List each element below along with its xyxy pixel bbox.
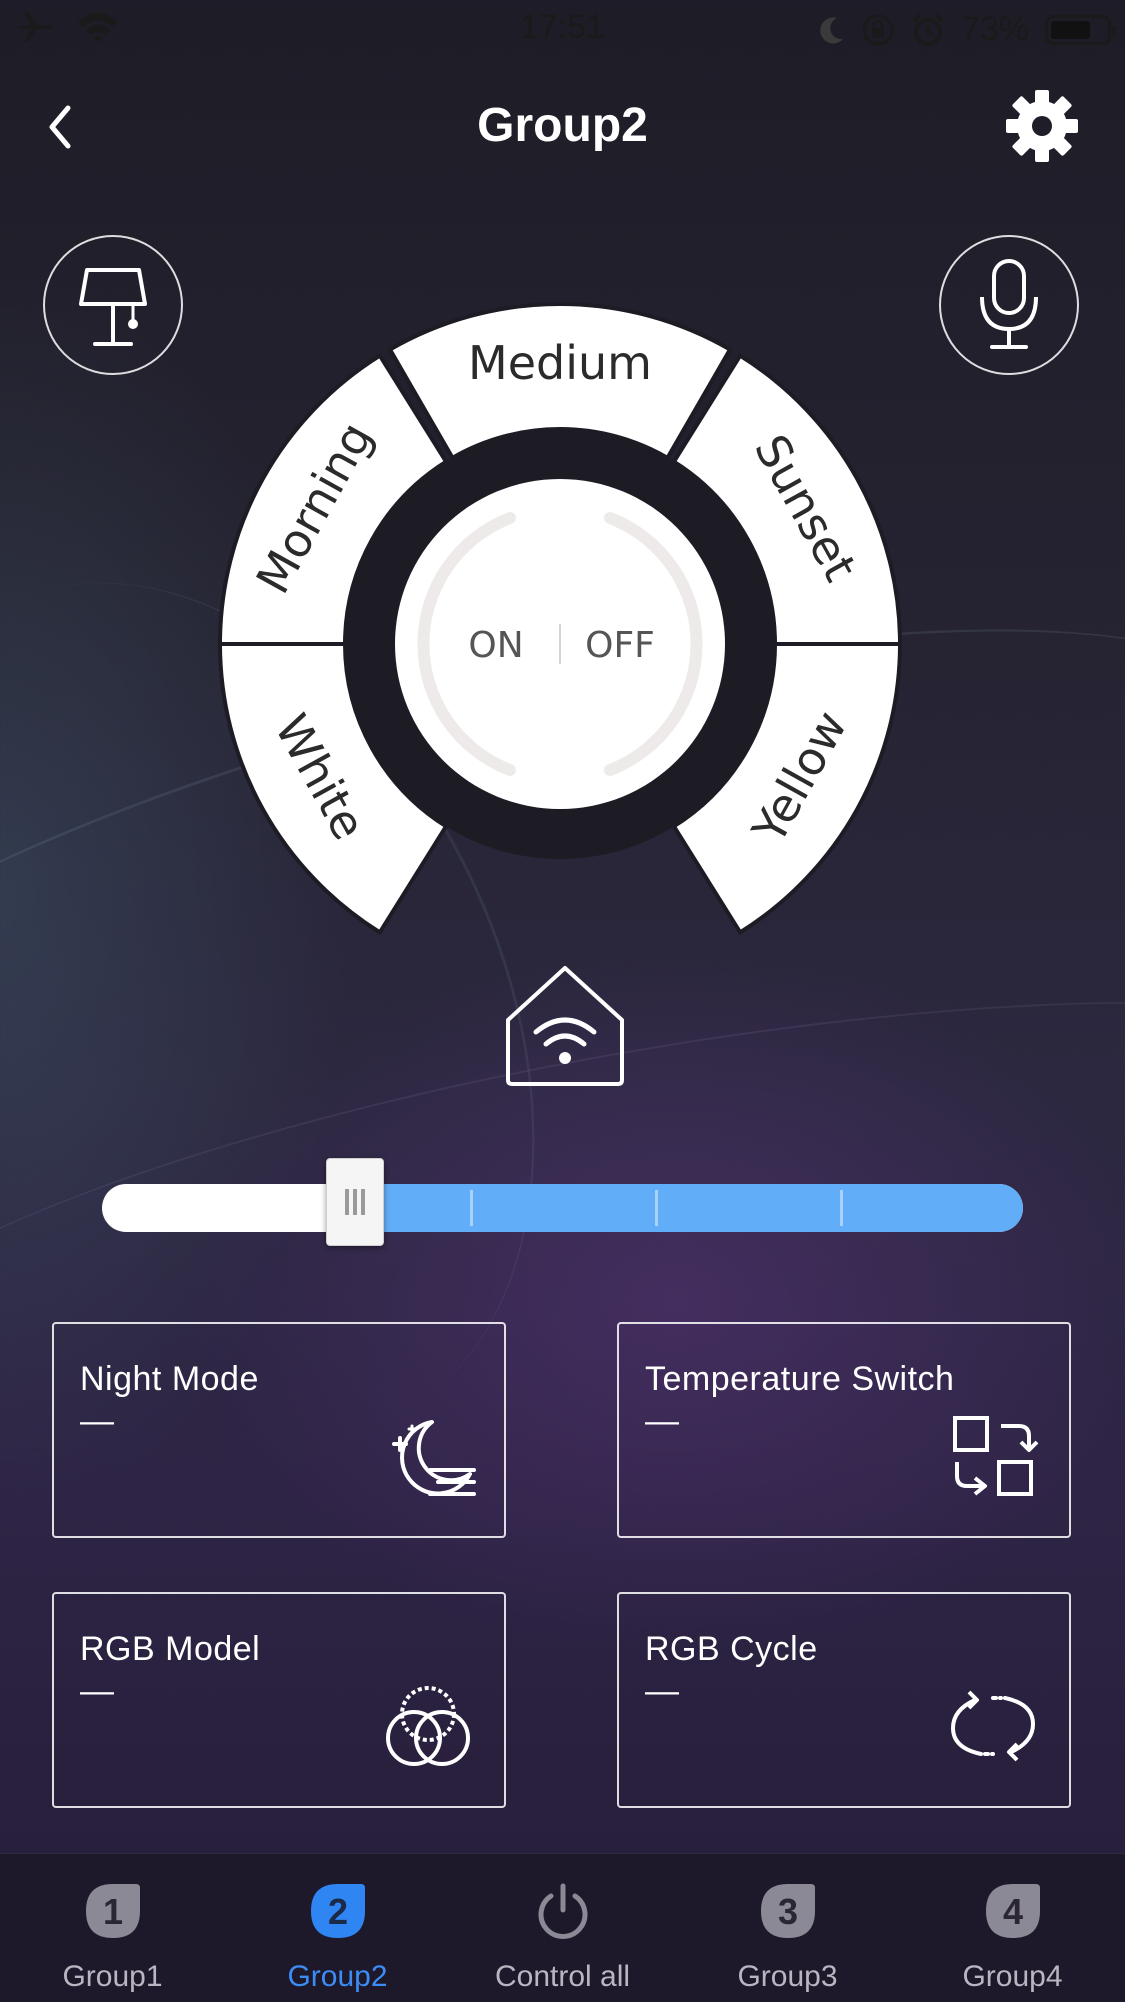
do-not-disturb-icon [820,16,843,43]
status-right: 73% [819,10,1116,49]
slider-grip [345,1189,349,1215]
tab-group3[interactable]: 3 Group3 [675,1882,900,2002]
temperature-switch-value: — [645,1402,679,1440]
slider-tick [655,1190,658,1226]
battery-icon [1045,14,1116,45]
group3-badge: 3 [778,1891,798,1932]
group1-badge: 1 [103,1891,123,1932]
status-bar: 17:51 73% [0,0,1125,60]
group3-icon: 3 [761,1884,815,1938]
tab-group1[interactable]: 1 Group1 [0,1882,225,2002]
home-wifi-icon[interactable] [500,960,630,1090]
page-title: Group2 [477,99,648,152]
rgb-model-card[interactable]: RGB Model — [52,1592,506,1808]
tab-group1-label: Group1 [62,1960,163,1993]
rgb-cycle-title: RGB Cycle [645,1630,818,1668]
power-icon [538,1883,588,1939]
power-on-label[interactable]: ON [468,625,523,666]
scene-dial: Morning Medium Sunset White Yellow ON OFF [180,280,940,980]
tab-group4-label: Group4 [962,1960,1063,1993]
settings-button[interactable] [1004,88,1080,164]
battery-fill [1051,20,1090,39]
group2-icon: 2 [311,1884,365,1938]
tab-group3-label: Group3 [737,1960,838,1993]
slider-grip [361,1189,365,1215]
slider-tick [840,1190,843,1226]
gear-icon [1006,90,1078,162]
brightness-slider[interactable] [102,1158,1023,1246]
microphone-button[interactable] [939,235,1079,375]
cycle-icon [950,1690,1036,1762]
rotation-lock-icon [862,14,894,45]
group2-badge: 2 [328,1891,348,1932]
rgb-cycle-value: — [645,1672,679,1710]
slider-grip [353,1189,357,1215]
tab-group2[interactable]: 2 Group2 [225,1882,450,2002]
tab-group2-label: Group2 [287,1960,388,1993]
night-mode-value: — [80,1402,114,1440]
battery-cap [1112,25,1116,36]
tab-bar: 1 Group1 2 Group2 Control all 3 Group3 4… [0,1853,1125,2002]
power-toggle[interactable]: ON OFF [395,479,725,809]
tab-control-all-label: Control all [494,1960,631,1993]
temperature-switch-card[interactable]: Temperature Switch — [617,1322,1071,1538]
scene-medium-label[interactable]: Medium [468,336,652,390]
moon-stars-icon [392,1420,476,1496]
rgb-model-value: — [80,1672,114,1710]
tab-group4[interactable]: 4 Group4 [900,1882,1125,2002]
slider-fill [346,1184,1023,1232]
swap-icon [953,1416,1039,1496]
battery-percent: 73% [960,10,1029,48]
slider-track [102,1184,1023,1232]
group1-icon: 1 [86,1884,140,1938]
night-mode-card[interactable]: Night Mode — [52,1322,506,1538]
night-mode-title: Night Mode [80,1360,259,1398]
group4-icon: 4 [986,1884,1040,1938]
header: Group2 [0,80,1125,170]
power-off-label[interactable]: OFF [585,625,655,666]
tab-control-all[interactable]: Control all [450,1882,675,2002]
rgb-cycle-card[interactable]: RGB Cycle — [617,1592,1071,1808]
slider-tick [470,1190,473,1226]
lamp-icon [79,268,147,346]
rgb-circles-icon [386,1686,470,1766]
microphone-icon [980,259,1038,349]
temperature-switch-title: Temperature Switch [645,1360,955,1398]
slider-thumb[interactable] [326,1158,384,1246]
rgb-model-title: RGB Model [80,1630,261,1668]
alarm-icon [912,13,944,46]
lamp-button[interactable] [43,235,183,375]
group4-badge: 4 [1003,1891,1023,1932]
